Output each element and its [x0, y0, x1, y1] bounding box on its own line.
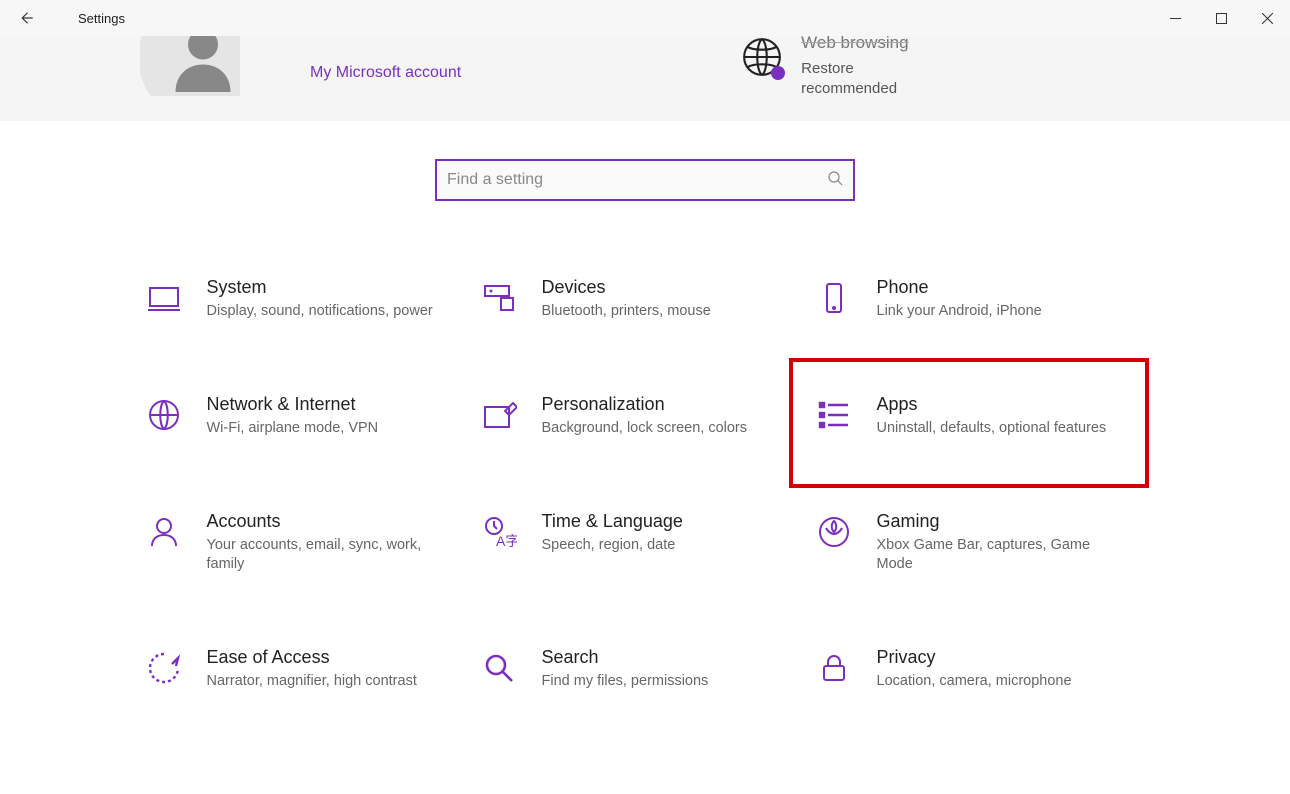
maximize-button[interactable]: [1198, 0, 1244, 36]
settings-grid: System Display, sound, notifications, po…: [143, 271, 1148, 697]
tile-subtitle: Bluetooth, printers, mouse: [542, 302, 711, 322]
tile-ease-of-access[interactable]: Ease of Access Narrator, magnifier, high…: [143, 641, 478, 698]
settings-main: System Display, sound, notifications, po…: [0, 121, 1290, 697]
tile-title: Gaming: [877, 511, 1107, 532]
tile-accounts[interactable]: Accounts Your accounts, email, sync, wor…: [143, 505, 478, 581]
tile-system[interactable]: System Display, sound, notifications, po…: [143, 271, 478, 328]
tile-title: System: [207, 277, 433, 298]
devices-icon: [478, 277, 520, 319]
tile-devices[interactable]: Devices Bluetooth, printers, mouse: [478, 271, 813, 328]
privacy-icon: [813, 647, 855, 689]
ease-of-access-icon: [143, 647, 185, 689]
tile-title: Network & Internet: [207, 394, 379, 415]
tile-title: Time & Language: [542, 511, 683, 532]
tile-apps[interactable]: Apps Uninstall, defaults, optional featu…: [813, 388, 1148, 445]
minimize-button[interactable]: [1152, 0, 1198, 36]
tile-privacy[interactable]: Privacy Location, camera, microphone: [813, 641, 1148, 698]
network-icon: [143, 394, 185, 436]
window-controls: [1152, 0, 1290, 36]
tile-subtitle: Background, lock screen, colors: [542, 419, 748, 439]
globe-icon: [741, 36, 783, 78]
search-category-icon: [478, 647, 520, 689]
web-browsing-text: Web browsing Restore recommended: [801, 36, 908, 99]
close-button[interactable]: [1244, 0, 1290, 36]
tile-title: Devices: [542, 277, 711, 298]
gaming-icon: [813, 511, 855, 553]
tile-subtitle: Display, sound, notifications, power: [207, 302, 433, 322]
avatar: [140, 36, 240, 96]
accounts-icon: [143, 511, 185, 553]
tile-title: Privacy: [877, 647, 1072, 668]
tile-subtitle: Xbox Game Bar, captures, Game Mode: [877, 536, 1107, 575]
search-box[interactable]: [435, 159, 855, 201]
web-browsing-status[interactable]: Web browsing Restore recommended: [741, 36, 908, 99]
tile-title: Search: [542, 647, 709, 668]
tile-search[interactable]: Search Find my files, permissions: [478, 641, 813, 698]
search-input[interactable]: [447, 171, 827, 189]
tile-phone[interactable]: Phone Link your Android, iPhone: [813, 271, 1148, 328]
back-button[interactable]: [14, 6, 38, 30]
tile-subtitle: Wi-Fi, airplane mode, VPN: [207, 419, 379, 439]
svg-text:A字: A字: [496, 533, 517, 549]
personalization-icon: [478, 394, 520, 436]
tile-subtitle: Narrator, magnifier, high contrast: [207, 672, 417, 692]
tile-subtitle: Find my files, permissions: [542, 672, 709, 692]
time-language-icon: A字: [478, 511, 520, 553]
tile-gaming[interactable]: Gaming Xbox Game Bar, captures, Game Mod…: [813, 505, 1148, 581]
tile-subtitle: Location, camera, microphone: [877, 672, 1072, 692]
tile-title: Accounts: [207, 511, 437, 532]
apps-icon: [813, 394, 855, 436]
tile-title: Personalization: [542, 394, 748, 415]
tile-subtitle: Your accounts, email, sync, work, family: [207, 536, 437, 575]
tile-title: Apps: [877, 394, 1107, 415]
tile-personalization[interactable]: Personalization Background, lock screen,…: [478, 388, 813, 445]
tile-subtitle: Link your Android, iPhone: [877, 302, 1042, 322]
tile-title: Ease of Access: [207, 647, 417, 668]
tile-title: Phone: [877, 277, 1042, 298]
account-header: My Microsoft account Web browsing Restor…: [0, 36, 1290, 121]
search-icon: [827, 170, 843, 191]
tile-network[interactable]: Network & Internet Wi-Fi, airplane mode,…: [143, 388, 478, 445]
window-title: Settings: [78, 11, 125, 26]
phone-icon: [813, 277, 855, 319]
my-microsoft-account-link[interactable]: My Microsoft account: [310, 64, 461, 82]
system-icon: [143, 277, 185, 319]
tile-subtitle: Uninstall, defaults, optional features: [877, 419, 1107, 439]
titlebar: Settings: [0, 0, 1290, 36]
tile-time-language[interactable]: A字 Time & Language Speech, region, date: [478, 505, 813, 581]
tile-subtitle: Speech, region, date: [542, 536, 683, 556]
